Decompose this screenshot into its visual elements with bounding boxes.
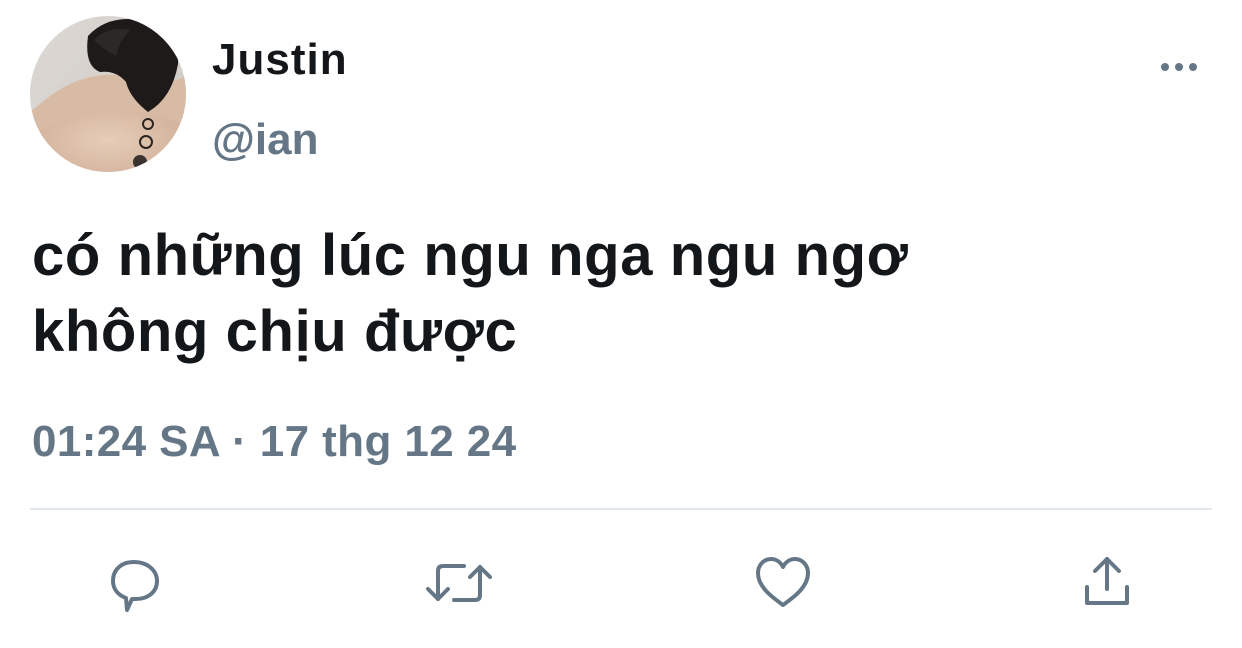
heart-icon xyxy=(756,557,810,607)
more-dots-icon xyxy=(1161,63,1197,71)
avatar-photo xyxy=(30,16,186,172)
tweet-text-line: không chịu được xyxy=(32,299,518,364)
tweet-time: 01:24 SA xyxy=(32,417,220,466)
reply-bubble-icon xyxy=(111,560,159,612)
avatar[interactable] xyxy=(30,16,186,172)
user-handle[interactable]: @ian xyxy=(212,110,318,170)
retweet-button[interactable] xyxy=(424,548,494,618)
tweet-timestamp[interactable]: 01:24 SA · 17 thg 12 24 xyxy=(32,412,516,472)
like-button[interactable] xyxy=(748,548,818,618)
reply-button[interactable] xyxy=(100,548,170,618)
display-name[interactable]: Justin xyxy=(212,30,348,90)
tweet-card: Justin @ian có những lúc ngu nga ngu ngơ… xyxy=(0,0,1242,648)
tweet-date: 17 thg 12 24 xyxy=(259,417,517,466)
divider xyxy=(30,508,1212,510)
share-upload-icon xyxy=(1085,557,1129,605)
share-button[interactable] xyxy=(1072,548,1142,618)
retweet-icon xyxy=(426,564,492,602)
tweet-text-line: có những lúc ngu nga ngu ngơ xyxy=(32,223,909,288)
more-options-button[interactable] xyxy=(1152,50,1206,84)
tweet-text: có những lúc ngu nga ngu ngơ không chịu … xyxy=(32,218,1212,370)
meta-separator: · xyxy=(232,417,248,466)
